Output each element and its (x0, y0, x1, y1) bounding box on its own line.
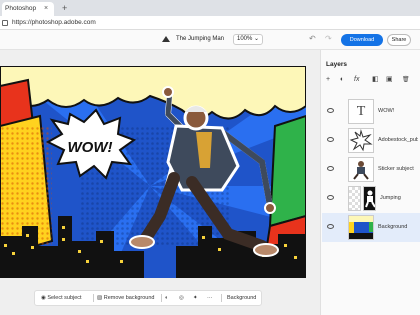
download-button[interactable]: Download (341, 34, 383, 46)
remove-background-button[interactable]: ▧ Remove background (97, 291, 155, 305)
layer-name: WOW! (378, 108, 395, 114)
lock-icon (2, 20, 8, 26)
layer-row[interactable]: T WOW! (322, 97, 420, 126)
layer-row[interactable]: Adobestock_pub (322, 126, 420, 155)
background-thumbnail-icon (349, 216, 373, 239)
layer-toolbar: + ◐ fx ◧ ▣ 🗑 (326, 74, 416, 86)
document-title[interactable]: The Jumping Man (176, 34, 224, 44)
select-subject-button[interactable]: ◉ Select subject (41, 291, 82, 305)
divider (161, 294, 162, 302)
adjust-icon[interactable]: ◐ (165, 291, 168, 305)
divider (93, 294, 94, 302)
adjustment-layer-icon[interactable]: ◐ (340, 74, 344, 86)
select-subject-label: Select subject (47, 295, 82, 301)
background-button[interactable]: Background (227, 291, 256, 305)
effects-icon[interactable]: fx (354, 74, 359, 86)
tab-title: Photoshop (5, 5, 37, 12)
contextual-task-bar: ◉ Select subject ▧ Remove background ◐ ◎… (34, 290, 262, 306)
layer-name: Jumping (380, 195, 401, 201)
target-icon[interactable]: ◎ (179, 291, 184, 305)
close-tab-icon[interactable]: × (44, 2, 54, 16)
subject-thumbnail-icon (353, 161, 369, 180)
burst-thumbnail-icon (349, 129, 373, 152)
zoom-dropdown[interactable]: 100% ⌄ (233, 34, 263, 45)
layer-thumbnail (348, 128, 374, 153)
wow-text: WOW! (68, 139, 113, 156)
canvas[interactable]: WOW! (0, 66, 306, 278)
mask-silhouette-icon (365, 190, 375, 208)
mask-icon[interactable]: ◧ (372, 74, 379, 86)
visibility-eye-icon[interactable] (327, 224, 334, 229)
layer-mask-thumbnail (363, 186, 376, 211)
layer-name: Adobestock_pub (378, 137, 418, 143)
layer-row-selected[interactable]: Background (322, 213, 420, 242)
address-bar[interactable]: https://photoshop.adobe.com (0, 16, 420, 30)
group-icon[interactable]: ▣ (386, 74, 393, 86)
download-label: Download (349, 37, 375, 43)
zoom-value: 100% (237, 36, 253, 42)
sparkle-icon[interactable]: ✦ (193, 291, 198, 305)
new-tab-button[interactable]: + (62, 2, 72, 14)
undo-icon[interactable]: ↶ (309, 34, 316, 44)
remove-background-label: Remove background (103, 295, 155, 301)
more-options-button[interactable]: ··· (207, 291, 213, 305)
divider (221, 294, 222, 302)
browser-tab-bar: Photoshop × + (0, 0, 420, 16)
layer-thumbnail (348, 186, 361, 211)
delete-layer-icon[interactable]: 🗑 (402, 74, 410, 86)
visibility-eye-icon[interactable] (327, 108, 334, 113)
text-layer-icon: T (356, 104, 366, 119)
layer-thumbnail (348, 215, 374, 240)
layers-title: Layers (326, 61, 347, 68)
share-button[interactable]: Share (387, 34, 411, 46)
url-text[interactable]: https://photoshop.adobe.com (12, 18, 96, 28)
layer-thumbnail: T (348, 99, 374, 124)
add-layer-icon[interactable]: + (326, 74, 330, 86)
chevron-down-icon: ⌄ (254, 36, 260, 42)
layer-thumbnail (348, 157, 374, 182)
comic-artwork: WOW! (0, 66, 306, 278)
redo-icon[interactable]: ↷ (325, 34, 332, 44)
layer-name: Background (378, 224, 408, 230)
visibility-eye-icon[interactable] (327, 195, 334, 200)
layer-row[interactable]: Jumping (322, 184, 420, 213)
visibility-eye-icon[interactable] (327, 166, 334, 171)
layer-row[interactable]: Sticker subject (322, 155, 420, 184)
layer-name: Sticker subject (378, 166, 414, 172)
visibility-eye-icon[interactable] (327, 137, 334, 142)
